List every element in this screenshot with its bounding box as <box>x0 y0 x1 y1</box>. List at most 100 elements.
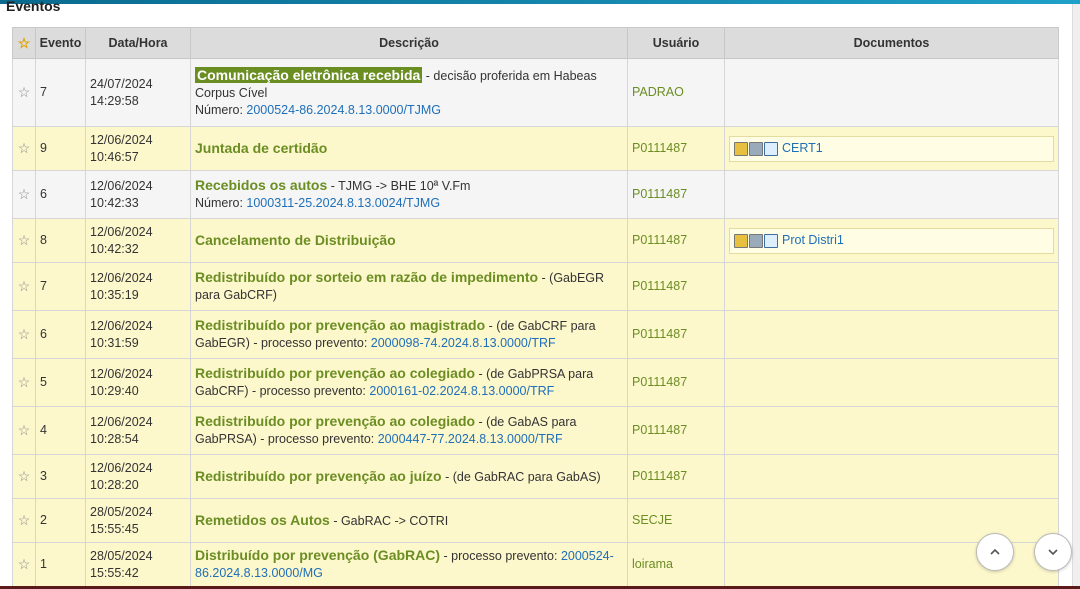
document-view-icon[interactable] <box>764 233 778 248</box>
process-number-link[interactable]: 2000161-02.2024.8.13.0000/TRF <box>369 384 554 398</box>
row-usuario[interactable]: P0111487 <box>627 454 725 499</box>
row-evento: 8 <box>35 218 86 263</box>
event-title[interactable]: Redistribuído por prevenção ao magistrad… <box>195 317 485 333</box>
event-title[interactable]: Remetidos os Autos <box>195 512 330 528</box>
row-usuario[interactable]: SECJE <box>627 498 725 543</box>
document-link[interactable]: CERT1 <box>782 140 823 157</box>
header-star-icon[interactable]: ☆ <box>12 27 36 59</box>
event-title[interactable]: Redistribuído por prevenção ao colegiado <box>195 413 475 429</box>
table-row[interactable]: ☆ 7 24/07/2024 14:29:58 Comunicação eletrôni… <box>12 58 1059 127</box>
table-row[interactable]: ☆ 2 28/05/2024 15:55:45 Remetidos os Autos -… <box>12 498 1059 543</box>
header-evento[interactable]: Evento <box>35 27 86 59</box>
table-row[interactable]: ☆ 9 12/06/2024 10:46:57 Juntada de certidão P… <box>12 126 1059 171</box>
event-description: - GabRAC -> COTRI <box>329 513 449 528</box>
header-descricao[interactable]: Descrição <box>190 27 628 59</box>
header-data-hora[interactable]: Data/Hora <box>85 27 191 59</box>
row-time: 10:42:32 <box>90 241 139 256</box>
row-documentos <box>724 170 1059 219</box>
process-number-link[interactable]: 2000447-77.2024.8.13.0000/TRF <box>378 432 563 446</box>
row-time: 15:55:42 <box>90 565 139 580</box>
table-row[interactable]: ☆ 3 12/06/2024 10:28:20 Redistribuído por pr… <box>12 454 1059 499</box>
process-number-link[interactable]: 2000524-86.2024.8.13.0000/TJMG <box>246 103 441 117</box>
row-star-icon[interactable]: ☆ <box>12 170 36 219</box>
process-number-link[interactable]: 2000098-74.2024.8.13.0000/TRF <box>371 336 556 350</box>
row-date: 12/06/2024 <box>90 318 153 333</box>
row-descricao: Juntada de certidão <box>190 126 628 171</box>
row-star-icon[interactable]: ☆ <box>12 58 36 127</box>
row-evento: 3 <box>35 454 86 499</box>
row-data-hora: 24/07/2024 14:29:58 <box>85 58 191 127</box>
row-data-hora: 12/06/2024 10:29:40 <box>85 358 191 407</box>
row-usuario[interactable]: PADRAO <box>627 58 725 127</box>
row-evento: 7 <box>35 58 86 127</box>
event-title[interactable]: Comunicação eletrônica recebida <box>195 66 423 83</box>
event-title[interactable]: Redistribuído por sorteio em razão de im… <box>195 269 538 285</box>
document-view-icon[interactable] <box>764 141 778 156</box>
row-usuario[interactable]: loirama <box>627 542 725 587</box>
scroll-up-button[interactable] <box>976 533 1014 571</box>
row-date: 28/05/2024 <box>90 504 153 519</box>
table-row[interactable]: ☆ 6 12/06/2024 10:42:33 Recebidos os autos -… <box>12 170 1059 219</box>
row-time: 10:42:33 <box>90 195 139 210</box>
row-usuario[interactable]: P0111487 <box>627 310 725 359</box>
header-usuario[interactable]: Usuário <box>627 27 725 59</box>
event-title[interactable]: Redistribuído por prevenção ao juízo <box>195 468 442 484</box>
document-item[interactable]: Prot Distri1 <box>729 227 1054 254</box>
top-accent-bar <box>0 0 1080 4</box>
table-row[interactable]: ☆ 1 28/05/2024 15:55:42 Distribuído por prev… <box>12 542 1059 587</box>
events-table-container: ☆ Evento Data/Hora Descrição Usuário Doc… <box>12 27 1059 587</box>
row-star-icon[interactable]: ☆ <box>12 406 36 455</box>
row-usuario[interactable]: P0111487 <box>627 262 725 311</box>
document-link[interactable]: Prot Distri1 <box>782 232 844 249</box>
row-usuario[interactable]: P0111487 <box>627 406 725 455</box>
row-usuario[interactable]: P0111487 <box>627 126 725 171</box>
row-star-icon[interactable]: ☆ <box>12 358 36 407</box>
process-number-link[interactable]: 1000311-25.2024.8.13.0024/TJMG <box>246 196 440 210</box>
event-title[interactable]: Distribuído por prevenção (GabRAC) <box>195 547 440 563</box>
row-star-icon[interactable]: ☆ <box>12 262 36 311</box>
row-usuario[interactable]: P0111487 <box>627 170 725 219</box>
document-print-icon[interactable] <box>749 233 763 248</box>
row-usuario[interactable]: P0111487 <box>627 358 725 407</box>
process-number-label: Número: <box>195 196 247 210</box>
document-print-icon[interactable] <box>749 141 763 156</box>
row-descricao: Redistribuído por prevenção ao colegiado… <box>190 358 628 407</box>
table-row[interactable]: ☆ 6 12/06/2024 10:31:59 Redistribuído por pr… <box>12 310 1059 359</box>
table-row[interactable]: ☆ 8 12/06/2024 10:42:32 Cancelamento de Dist… <box>12 218 1059 263</box>
document-item[interactable]: CERT1 <box>729 135 1054 162</box>
table-row[interactable]: ☆ 7 12/06/2024 10:35:19 Redistribuído por so… <box>12 262 1059 311</box>
row-data-hora: 12/06/2024 10:31:59 <box>85 310 191 359</box>
table-row[interactable]: ☆ 4 12/06/2024 10:28:54 Redistribuído por pr… <box>12 406 1059 455</box>
header-documentos[interactable]: Documentos <box>724 27 1059 59</box>
row-documentos <box>724 498 1059 543</box>
row-evento: 1 <box>35 542 86 587</box>
row-evento: 4 <box>35 406 86 455</box>
row-documentos <box>724 310 1059 359</box>
row-time: 10:28:20 <box>90 477 139 492</box>
event-title[interactable]: Juntada de certidão <box>195 140 327 156</box>
row-evento: 2 <box>35 498 86 543</box>
row-data-hora: 12/06/2024 10:28:20 <box>85 454 191 499</box>
event-title[interactable]: Redistribuído por prevenção ao colegiado <box>195 365 475 381</box>
row-time: 10:46:57 <box>90 149 139 164</box>
event-title[interactable]: Recebidos os autos <box>195 177 327 193</box>
row-data-hora: 12/06/2024 10:42:33 <box>85 170 191 219</box>
row-star-icon[interactable]: ☆ <box>12 454 36 499</box>
scroll-down-button[interactable] <box>1034 533 1072 571</box>
row-evento: 6 <box>35 170 86 219</box>
row-descricao: Redistribuído por prevenção ao juízo - (… <box>190 454 628 499</box>
table-row[interactable]: ☆ 5 12/06/2024 10:29:40 Redistribuído por pr… <box>12 358 1059 407</box>
row-usuario[interactable]: P0111487 <box>627 218 725 263</box>
row-star-icon[interactable]: ☆ <box>12 498 36 543</box>
row-star-icon[interactable]: ☆ <box>12 218 36 263</box>
row-star-icon[interactable]: ☆ <box>12 310 36 359</box>
row-date: 12/06/2024 <box>90 270 153 285</box>
process-number-label: Número: <box>195 102 247 117</box>
events-table: ☆ Evento Data/Hora Descrição Usuário Doc… <box>12 27 1059 587</box>
page-scrollbar[interactable] <box>1072 4 1080 589</box>
event-title[interactable]: Cancelamento de Distribuição <box>195 232 396 248</box>
document-comment-icon[interactable] <box>734 141 748 156</box>
row-star-icon[interactable]: ☆ <box>12 542 36 587</box>
document-comment-icon[interactable] <box>734 233 748 248</box>
row-star-icon[interactable]: ☆ <box>12 126 36 171</box>
